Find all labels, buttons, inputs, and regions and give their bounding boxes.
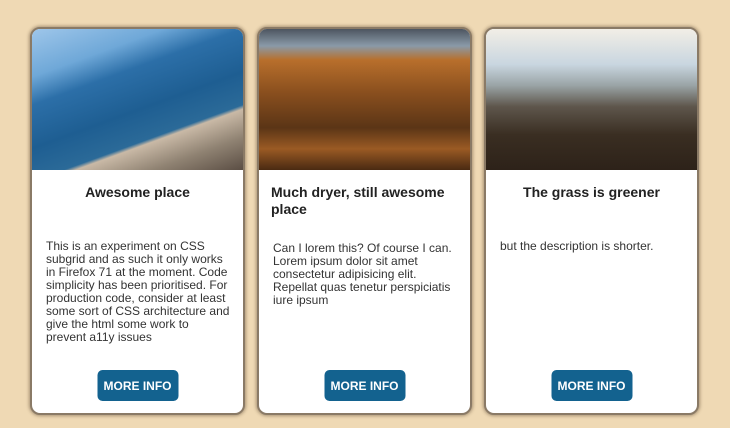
card-title: Much dryer, still awesome place [271,184,445,217]
card-description: Can I lorem this? Of course I can. Lorem… [273,241,452,307]
card-image-cliffs [486,29,697,170]
card-title: Awesome place [85,184,190,200]
card-much-dryer: Much dryer, still awesome place Can I lo… [257,27,472,415]
more-info-button[interactable]: MORE INFO [324,370,405,401]
card-image-fjord [32,29,243,170]
card-description: This is an experiment on CSS subgrid and… [46,239,230,344]
more-info-button[interactable]: MORE INFO [97,370,178,401]
card-image-canyon [259,29,470,170]
card-awesome-place: Awesome place This is an experiment on C… [30,27,245,415]
card-grass-greener: The grass is greener but the description… [484,27,699,415]
card-description: but the description is shorter. [500,239,654,253]
more-info-button[interactable]: MORE INFO [551,370,632,401]
card-title: The grass is greener [523,184,660,200]
